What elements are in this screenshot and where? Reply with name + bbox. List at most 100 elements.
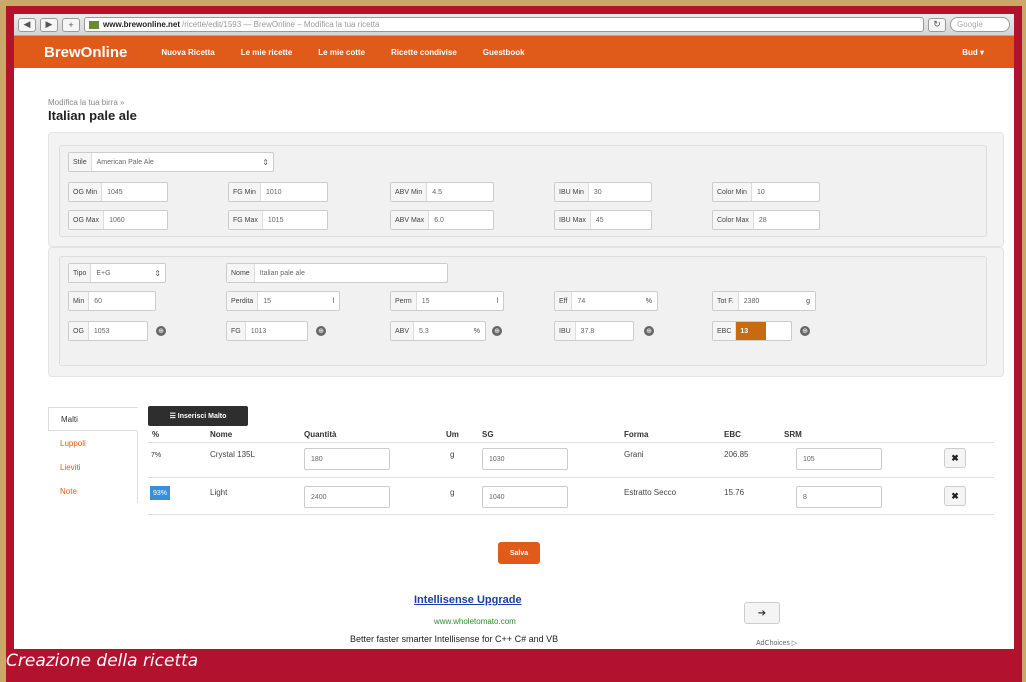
- row-sg-input[interactable]: 1030: [482, 448, 568, 470]
- tab-luppoli[interactable]: Luppoli: [48, 431, 137, 455]
- perm-label: Perm: [391, 292, 417, 310]
- nome-value: Italian pale ale: [259, 269, 305, 277]
- og-min-field[interactable]: OG Min 1045: [68, 182, 168, 202]
- ibu-info-icon[interactable]: ⊕: [644, 326, 654, 336]
- color-max-field[interactable]: Color Max 28: [712, 210, 820, 230]
- perdita-field[interactable]: Perdita 15 l: [226, 291, 340, 311]
- row-srm-input[interactable]: 8: [796, 486, 882, 508]
- ibu-min-field[interactable]: IBU Min 30: [554, 182, 652, 202]
- og-info-icon[interactable]: ⊕: [156, 326, 166, 336]
- abv-max-field[interactable]: ABV Max 6.0: [390, 210, 494, 230]
- tab-lieviti[interactable]: Lieviti: [48, 455, 137, 479]
- row-divider: [148, 477, 994, 478]
- fg-label: FG: [227, 322, 246, 340]
- tipo-value: E+G: [96, 269, 111, 277]
- color-min-label: Color Min: [713, 183, 752, 201]
- eff-field[interactable]: Eff 74%: [554, 291, 658, 311]
- ibu-max-label: IBU Max: [555, 211, 591, 229]
- fg-min-value: 1010: [265, 188, 282, 196]
- ibu-max-field[interactable]: IBU Max 45: [554, 210, 652, 230]
- tab-note[interactable]: Note: [48, 479, 137, 503]
- abv-info-icon[interactable]: ⊕: [492, 326, 502, 336]
- row-um: g: [450, 450, 455, 459]
- ad-choices[interactable]: AdChoices ▷: [756, 639, 797, 647]
- ibu-min-label: IBU Min: [555, 183, 589, 201]
- ad-text: Better faster smarter Intellisense for C…: [350, 634, 559, 644]
- save-button[interactable]: Salva: [498, 542, 540, 564]
- row-qty-input[interactable]: 2400: [304, 486, 390, 508]
- og-min-value: 1045: [107, 188, 123, 196]
- figure-caption: Creazione della ricetta: [6, 651, 199, 671]
- ebc-info-icon[interactable]: ⊕: [800, 326, 810, 336]
- perm-field[interactable]: Perm 15 l: [390, 291, 504, 311]
- col-header-nome: Nome: [210, 430, 233, 439]
- recipe-box: Tipo E+G ⇕ Nome Italian pale ale Min 60 P…: [59, 256, 987, 366]
- min-field[interactable]: Min 60: [68, 291, 156, 311]
- og-max-field[interactable]: OG Max 1060: [68, 210, 168, 230]
- tot-field[interactable]: Tot F. 2380 g: [712, 291, 816, 311]
- row-nome: Crystal 135L: [210, 450, 255, 459]
- min-label: Min: [69, 292, 90, 310]
- tot-unit: g: [806, 297, 810, 305]
- row-ebc: 206.85: [724, 450, 749, 459]
- perdita-value: 15: [263, 297, 271, 305]
- min-value: 60: [94, 297, 103, 305]
- tab-malti[interactable]: Malti: [48, 407, 138, 431]
- nome-field[interactable]: Nome Italian pale ale: [226, 263, 448, 283]
- fg-info-icon[interactable]: ⊕: [316, 326, 326, 336]
- row-forma: Estratto Secco: [624, 488, 677, 497]
- abv-min-field[interactable]: ABV Min 4.5: [390, 182, 494, 202]
- tot-label: Tot F.: [713, 292, 739, 310]
- insert-malt-button[interactable]: ☰ Inserisci Malto: [148, 406, 248, 426]
- og-label: OG: [69, 322, 89, 340]
- col-header-um: Um: [446, 430, 459, 439]
- og-field[interactable]: OG 1053: [68, 321, 148, 341]
- abv-min-label: ABV Min: [391, 183, 428, 201]
- fg-value: 1013: [250, 327, 267, 335]
- abv-max-value: 6.0: [434, 216, 444, 224]
- row-srm-input[interactable]: 105: [796, 448, 882, 470]
- abv-field[interactable]: ABV 5.3%: [390, 321, 486, 341]
- ebc-color-value: 13: [736, 322, 767, 340]
- abv-value: 5.3: [419, 327, 429, 335]
- arrow-right-icon[interactable]: ➔: [744, 602, 780, 624]
- ingredient-tabs: Malti Luppoli Lieviti Note: [48, 407, 138, 503]
- page-title: Italian pale ale: [48, 108, 137, 123]
- col-header-forma: Forma: [624, 430, 649, 439]
- row-pct: 7%: [151, 451, 162, 459]
- fg-min-field[interactable]: FG Min 1010: [228, 182, 328, 202]
- select-arrows-icon: ⇕: [154, 268, 161, 278]
- og-max-value: 1060: [109, 216, 125, 224]
- delete-row-icon[interactable]: ✖: [944, 448, 966, 468]
- color-min-value: 10: [756, 188, 765, 196]
- perdita-unit: l: [332, 297, 334, 305]
- tipo-label: Tipo: [69, 264, 92, 282]
- select-arrows-icon: ⇕: [262, 157, 269, 167]
- row-divider: [148, 442, 994, 443]
- ad-title-link[interactable]: Intellisense Upgrade: [414, 594, 522, 606]
- fg-min-label: FG Min: [229, 183, 261, 201]
- col-header-pct: %: [152, 430, 160, 439]
- row-sg-input[interactable]: 1040: [482, 486, 568, 508]
- col-header-srm: SRM: [784, 430, 802, 439]
- style-value: American Pale Ale: [96, 158, 154, 166]
- row-qty-input[interactable]: 180: [304, 448, 390, 470]
- delete-row-icon[interactable]: ✖: [944, 486, 966, 506]
- fg-max-field[interactable]: FG Max 1015: [228, 210, 328, 230]
- ibu-value: 37.8: [580, 327, 595, 335]
- tot-value: 2380: [743, 297, 760, 305]
- style-select[interactable]: Stile American Pale Ale ⇕: [68, 152, 274, 172]
- ebc-field[interactable]: EBC 13: [712, 321, 792, 341]
- abv-min-value: 4.5: [432, 188, 442, 196]
- ebc-label: EBC: [713, 322, 737, 340]
- col-header-sg: SG: [482, 430, 494, 439]
- ibu-field[interactable]: IBU 37.8: [554, 321, 634, 341]
- color-min-field[interactable]: Color Min 10: [712, 182, 820, 202]
- style-box: Stile American Pale Ale ⇕ OG Min 1045 FG …: [59, 145, 987, 237]
- fg-field[interactable]: FG 1013: [226, 321, 308, 341]
- fg-max-value: 1015: [267, 216, 284, 224]
- tipo-select[interactable]: Tipo E+G ⇕: [68, 263, 166, 283]
- og-max-label: OG Max: [69, 211, 105, 229]
- ad-url[interactable]: www.wholetomato.com: [434, 617, 516, 626]
- fg-max-label: FG Max: [229, 211, 263, 229]
